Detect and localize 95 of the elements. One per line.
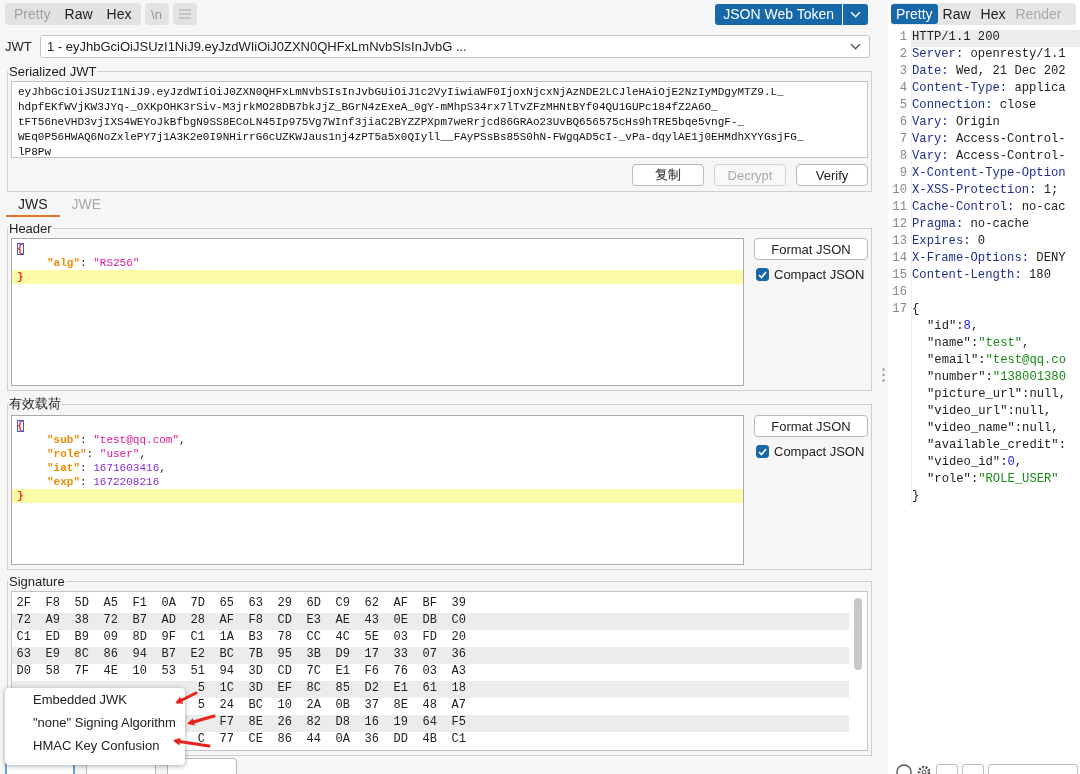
line-number: 9	[888, 166, 912, 183]
format-json-button[interactable]: Format JSON	[754, 238, 868, 260]
section-label: Signature	[8, 574, 66, 589]
line-number: 8	[888, 149, 912, 166]
code-line: "picture_url":null,	[926, 387, 1066, 401]
code-line: "video_id":0,	[926, 455, 1023, 469]
scrollbar-thumb[interactable]	[854, 598, 862, 670]
view-tab[interactable]: Hex	[99, 4, 139, 24]
code-line: Content-Type: applica	[912, 81, 1066, 95]
hex-row: 5 1C 3D EF 8C 85 D2 E1 61 18	[197, 681, 466, 695]
code-line: Connection: close	[912, 98, 1037, 112]
code-line: "exp": 1672208216	[46, 475, 161, 489]
hex-row: 63 E9 8C 86 94 B7 E2 BC 7B 95 3B D9 17 33 07 36	[16, 647, 466, 661]
line-number: 17	[888, 302, 912, 319]
code-line: "video_name":null,	[926, 421, 1059, 435]
code-line: Expires: 0	[912, 234, 986, 248]
view-tab[interactable]: Raw	[57, 4, 100, 24]
field-label: JWT	[5, 39, 33, 54]
line-number: 3	[888, 64, 912, 81]
code-line: X-XSS-Protection: 1;	[912, 183, 1059, 197]
checkbox[interactable]	[756, 268, 769, 281]
jwt-dropdown[interactable]: 1 - eyJhbGciOiJSUzI1NiJ9.eyJzdWIiOiJ0ZXN0QHFxLmNvbSIsInJvbG ...	[40, 35, 870, 58]
menu-item[interactable]: HMAC Key Confusion	[5, 738, 185, 761]
code-line: "iat": 1671603416,	[46, 461, 167, 475]
view-tab[interactable]: Pretty	[891, 4, 938, 24]
code-line: X-Content-Type-Option	[912, 166, 1066, 180]
action-button[interactable]: Verify	[796, 164, 868, 186]
section-label: Header	[8, 221, 53, 236]
code-line: "id":8,	[926, 319, 979, 333]
line-number: 10	[888, 183, 912, 200]
code-line: "email":"test@qq.co	[926, 353, 1066, 367]
line-number: 6	[888, 115, 912, 132]
hex-row: 72 A9 38 72 B7 AD 28 AF F8 CD E3 AE 43 0E DB C0	[16, 613, 466, 627]
code-line: Server: openresty/1.1	[912, 47, 1066, 61]
code-line: {	[912, 302, 920, 316]
line-number: 14	[888, 251, 912, 268]
json-editor[interactable]: { "alg": "RS256" }	[11, 238, 744, 386]
line-number: 15	[888, 268, 912, 285]
dropdown-button[interactable]	[842, 3, 868, 25]
hex-row: F7 8E 26 82 D8 16 19 64 F5	[219, 715, 466, 729]
hex-row: C 77 CE 86 44 0A 36 DD 4B C1	[197, 732, 466, 746]
list-button[interactable]	[172, 3, 197, 25]
code-line: "number":"138001380	[926, 370, 1066, 384]
code-line: {	[16, 242, 25, 256]
chevron-icon	[850, 43, 861, 50]
line-number: 12	[888, 217, 912, 234]
code-line: Pragma: no-cache	[912, 217, 1030, 231]
line-number: 16	[888, 285, 912, 302]
code-line: "name":"test",	[926, 336, 1030, 350]
code-line: Cache-Control: no-cac	[912, 200, 1066, 214]
code-line: Content-Length: 180	[912, 268, 1051, 282]
hex-row: 5 24 BC 10 2A 0B 37 8E 48 A7	[197, 698, 466, 712]
view-tab[interactable]: Hex	[975, 4, 1011, 24]
section-label: 有效载荷	[8, 395, 62, 413]
code-line: {	[16, 419, 25, 433]
code-line: "video_url":null,	[926, 404, 1052, 418]
line-number: 4	[888, 81, 912, 98]
code-line: HTTP/1.1 200	[912, 30, 1000, 44]
code-line: }	[912, 489, 920, 503]
hex-row: D0 58 7F 4E 10 53 51 94 3D CD 7C E1 F6 76 03 A3	[16, 664, 466, 678]
token-tab[interactable]: JWS	[6, 193, 60, 217]
code-line: Vary: Access-Control-	[912, 149, 1066, 163]
hex-row: C1 ED B9 09 8D 9F C1 1A B3 78 CC 4C 5E 03 FD 20	[16, 630, 466, 644]
code-line: "role": "user",	[46, 447, 148, 461]
drag-handle-icon[interactable]	[881, 368, 885, 382]
format-json-button[interactable]: Format JSON	[754, 415, 868, 437]
hex-row: 2F F8 5D A5 F1 0A 7D 65 63 29 6D C9 62 AF BF 39	[16, 596, 466, 610]
json-editor[interactable]: { "sub": "test@qq.com", "role": "user", "iat": 1671603416, "exp": 1672208216 }	[11, 415, 744, 565]
annotation-arrow	[175, 691, 198, 704]
action-button[interactable]: 复制	[632, 164, 704, 186]
line-number: 5	[888, 98, 912, 115]
view-tab[interactable]: Raw	[937, 4, 976, 24]
menu-icon	[178, 9, 191, 19]
extension-button[interactable]: JSON Web Token	[715, 3, 842, 25]
code-line: "sub": "test@qq.com",	[46, 433, 187, 447]
caret-icon	[850, 10, 861, 18]
line-number: 2	[888, 47, 912, 64]
line-number: 7	[888, 132, 912, 149]
menu-item[interactable]: "none" Signing Algorithm	[5, 715, 185, 738]
code-line: "alg": "RS256"	[46, 256, 141, 270]
menu-item[interactable]: Embedded JWK	[5, 692, 185, 715]
checkbox[interactable]	[756, 445, 769, 458]
code-line: "role":"ROLE_USER"	[926, 472, 1059, 486]
line-number: 13	[888, 234, 912, 251]
code-line: Date: Wed, 21 Dec 202	[912, 64, 1066, 78]
checkbox-label: Compact JSON	[774, 444, 865, 459]
annotation-arrow	[187, 714, 216, 726]
code-line: Vary: Access-Control-	[912, 132, 1066, 146]
code-line: "available_credit":	[926, 438, 1066, 452]
section-label: Serialized JWT	[8, 64, 98, 79]
code-line: Vary: Origin	[912, 115, 1000, 129]
checkbox-label: Compact JSON	[774, 267, 865, 282]
code-line: X-Frame-Options: DENY	[912, 251, 1066, 265]
line-number: 11	[888, 200, 912, 217]
token-text-field[interactable]: eyJhbGciOiJSUzI1NiJ9.eyJzdWIiOiJ0ZXN0QHFxLmNvbSIsInJvbGUiOiJ1c2VyIiwiaWF0IjoxNjcxNjAzNDE2LCJleHAiOjE2NzIyMDgyMTZ9.L_ hdpfEKfWVjKW3JYq-_OXKpOHK3rSiv-M3jrkMO28DB7bkJjZ_BGrN4zExeA_0gY-mMhpS34rx7lTvZFzMHNtBYf04QU1GUPc184fZ2A6O_ tFT56neVHD3vjIXS4WEYoJkBfbgN9SS8ECoLN45Ip975Vg7WInf3jiaC2BYZZPXpm7weRrjcd86GRAo23UvBQ656575cHs9hTRE5bqe5vngF-_ WEq0P56HWAQ6NoZxlePY7j1A3K2e0I9NHirrG6cUZKWJaus1nj4zPT5a5x0QIyll__FAyPSsBs85S0hN-FWgqAD5cI-_vPa-dqylAE1j0EHMdhXYYGsjFG_ lP8Pw	[11, 81, 868, 158]
